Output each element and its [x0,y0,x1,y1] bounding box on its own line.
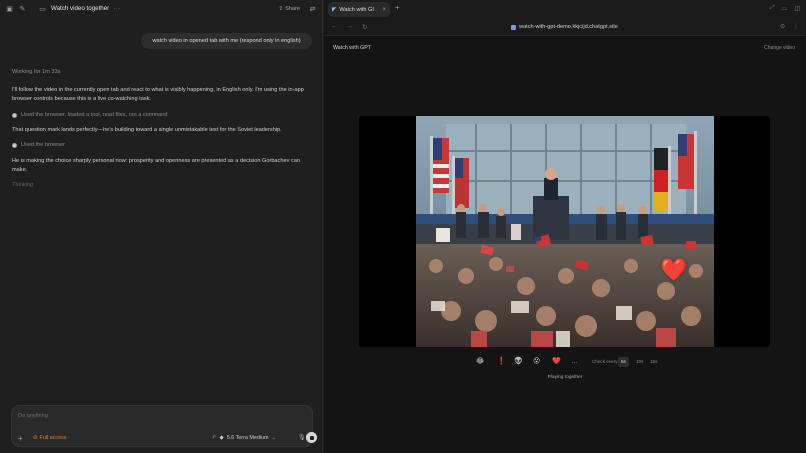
model-label: 5.6 Terra Medium [226,435,269,441]
more-options-icon[interactable]: ··· [113,6,121,12]
interval-10s-button[interactable]: 10s [633,357,646,367]
stop-icon [309,435,314,440]
playback-status: Playing together [547,375,583,380]
chat-topbar: ▣ ✎ ▭ Watch video together ··· ⇪ Share ⇄ [0,0,323,19]
tool-activity-label: Used the browser [21,142,65,148]
menu-icon[interactable]: ⋮ [793,23,799,30]
alien-reaction-button[interactable]: 👽 [514,357,523,367]
chat-title[interactable]: Watch video together [51,5,109,12]
more-reactions-button[interactable]: … [571,357,578,367]
forward-icon[interactable]: → [347,23,354,31]
video-player[interactable]: ❤️ [359,116,770,347]
new-chat-icon[interactable]: ✎ [18,4,27,13]
check-every-label: Check every [592,359,618,364]
microphone-icon[interactable]: 🎙 [298,434,306,441]
expand-icon[interactable]: ⤢ [770,5,775,12]
browser-tab[interactable]: ◤ Watch with GI × [328,2,390,17]
exclamation-reaction-button[interactable]: ❗ [497,357,506,367]
chat-pane: ▣ ✎ ▭ Watch video together ··· ⇪ Share ⇄… [0,0,323,453]
reaction-bar: 😂 ❗ 👽 😮 ❤️ … Check every 5s 10s 15s [324,357,806,367]
tool-activity-label: Used the browser, loaded a tool, read fi… [21,112,168,118]
heart-reaction-button[interactable]: ❤️ [552,357,561,367]
share-label: Share [285,5,300,12]
close-tab-icon[interactable]: × [382,7,386,13]
browser-tool-icon [12,142,17,148]
tab-favicon-icon: ◤ [332,6,337,13]
reload-icon[interactable]: ↻ [362,23,367,31]
assistant-message: That question mark lands perfectly—he's … [12,127,282,133]
split-view-icon[interactable]: ◫ [794,5,800,12]
interval-15s-button[interactable]: 15s [647,357,660,367]
access-icon: ⊘ [33,435,38,441]
share-icon: ⇪ [278,5,284,12]
share-button[interactable]: ⇪ Share [278,6,300,12]
site-favicon-icon [511,24,516,30]
tab-title: Watch with GI [339,6,374,13]
video-scene [416,116,714,347]
tool-activity-row[interactable]: Used the browser, loaded a tool, read fi… [12,112,167,118]
user-message: watch video in opened tab with me (respo… [141,33,312,49]
full-access-button[interactable]: ⊘ Full access [33,435,67,441]
change-video-button[interactable]: Change video [764,45,795,51]
model-icon: ◆ [219,435,224,441]
thinking-indicator: Thinking [12,182,34,188]
add-attachment-icon[interactable]: + [18,434,23,443]
wow-reaction-button[interactable]: 😮 [533,357,540,367]
stop-button[interactable] [306,432,317,443]
window-icon[interactable]: ▭ [782,5,788,12]
back-icon[interactable]: ← [331,23,338,31]
working-status[interactable]: Working for 1m 33s [12,68,310,77]
composer-input[interactable]: Do anything [18,413,48,419]
interval-5s-button[interactable]: 5s [618,357,629,367]
tab-strip: ◤ Watch with GI × + ⤢ ▭ ◫ [324,0,806,19]
composer[interactable]: Do anything + ⊘ Full access ↶ ◆ 5.6 Terr… [11,405,317,447]
laugh-reaction-button[interactable]: 😂 [476,357,484,367]
folder-icon: ▭ [39,5,46,13]
reaction-heart-overlay: ❤️ [660,257,688,282]
browser-pane: ◤ Watch with GI × + ⤢ ▭ ◫ ← → ↻ watch-wi… [324,0,806,453]
assistant-message: I'll follow the video in the currently o… [12,87,304,103]
panel-toggle-icon[interactable]: ⇄ [308,4,317,13]
browser-tool-icon [12,112,17,118]
app-window: ▣ ✎ ▭ Watch video together ··· ⇪ Share ⇄… [0,0,806,453]
chevron-down-icon: ⌄ [271,435,277,441]
url-text: watch-with-gpt-demo.kkjcijd.chatgpt.site [519,24,618,30]
page-title: Watch with GPT [333,45,372,51]
site-settings-icon[interactable]: ⊙ [780,23,785,30]
url-field[interactable]: watch-with-gpt-demo.kkjcijd.chatgpt.site [511,24,618,30]
full-access-label: Full access [39,435,67,441]
address-bar: ← → ↻ watch-with-gpt-demo.kkjcijd.chatgp… [324,19,806,36]
new-tab-icon[interactable]: + [395,3,400,12]
model-selector[interactable]: ↶ ◆ 5.6 Terra Medium ⌄ [212,435,276,441]
tool-activity-row[interactable]: Used the browser [12,142,65,148]
sidebar-toggle-icon[interactable]: ▣ [5,4,14,13]
undo-icon[interactable]: ↶ [212,435,217,441]
video-frame[interactable]: ❤️ [416,116,714,347]
assistant-message: He is making the choice sharply personal… [12,158,300,174]
